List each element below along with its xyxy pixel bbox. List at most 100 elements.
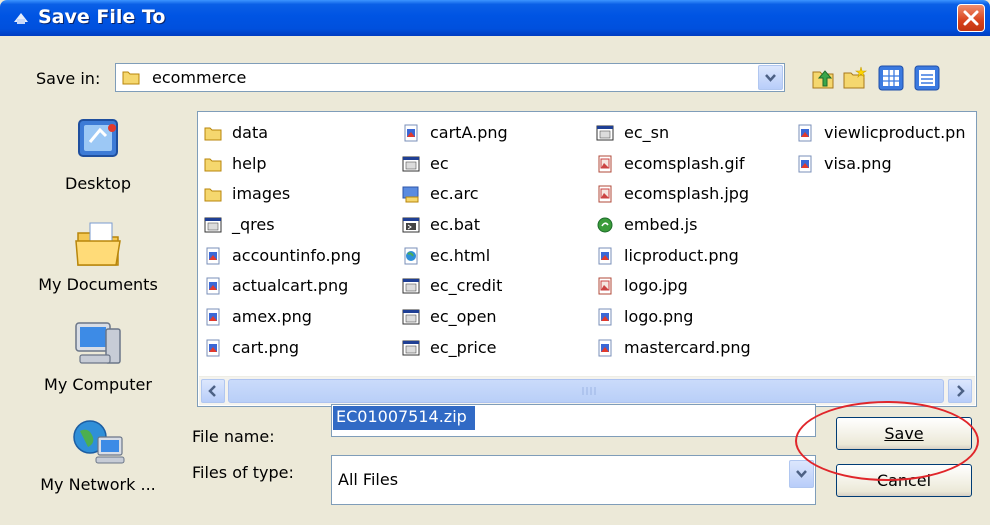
create-new-folder-icon [843,66,867,89]
close-button[interactable] [957,4,985,32]
file-name-value: EC01007514.zip [333,406,475,430]
list-view-menu-icon [914,65,940,91]
file-name: accountinfo.png [232,245,362,265]
file-name: ec_price [430,337,497,357]
file-name: licproduct.png [624,245,739,265]
file-name: cartA.png [430,123,508,142]
places-my-network[interactable]: My Network ... [0,415,196,494]
horizontal-scrollbar[interactable] [199,376,975,405]
places-my-documents-label: My Documents [38,275,158,294]
folder-icon [204,185,222,203]
file-name: help [232,153,267,173]
new-folder-button[interactable] [842,65,868,91]
save-dialog-icon [14,13,28,24]
desktop-icon [78,119,118,157]
html-file-icon [402,247,420,265]
thumbnails-view-icon [878,65,904,91]
scrollbar-thumb[interactable] [228,379,944,403]
my-documents-icon [75,222,121,266]
highlight-annotation-ring [795,401,979,481]
executable-icon [402,277,420,295]
my-network-icon [73,420,125,464]
view-thumbnails-button[interactable] [878,65,904,91]
executable-icon [596,124,614,142]
folder-icon [122,71,140,85]
places-desktop[interactable]: Desktop [0,114,196,193]
script-file-icon [596,216,614,234]
places-my-network-label: My Network ... [40,475,156,494]
up-one-level-button[interactable] [810,65,836,91]
file-name: mastercard.png [624,337,751,357]
folder-icon [204,124,222,142]
places-my-documents[interactable]: My Documents [0,215,196,294]
scroll-right-button[interactable] [948,379,972,403]
file-name: logo.jpg [624,276,688,296]
png-file-icon [596,339,614,357]
file-name: ec.bat [430,215,480,235]
png-file-icon [796,155,814,173]
file-name: ecomsplash.jpg [624,184,750,204]
places-my-computer-label: My Computer [44,375,152,394]
file-name: ec.arc [430,184,479,204]
file-name: images [232,184,291,204]
png-file-icon [596,308,614,326]
chevron-right-icon [957,385,965,397]
file-name: ec [430,153,449,173]
file-name-label: File name: [192,427,275,446]
png-file-icon [204,277,222,295]
file-name: logo.png [624,307,694,327]
file-list[interactable]: data help images _qres accountinfo.png actual… [197,111,977,407]
save-in-combobox[interactable]: ecommerce [115,63,785,92]
window-title: Save File To [38,6,166,28]
executable-icon [402,339,420,357]
file-name: _qres [232,215,275,235]
batch-file-icon [402,216,420,234]
file-type-dropdown-button[interactable] [789,460,814,488]
png-file-icon [796,124,814,142]
arc-file-icon [402,185,420,203]
save-in-dropdown-button[interactable] [758,65,783,90]
file-name: visa.png [824,153,892,173]
view-menu-button[interactable] [914,65,940,91]
save-in-value: ecommerce [152,68,247,87]
file-name: ecomsplash.gif [624,153,745,173]
file-type-combobox[interactable]: All Files [331,455,816,505]
image-file-icon [596,185,614,203]
folder-icon [204,155,222,173]
file-type-value: All Files [338,470,399,489]
file-name: ec.html [430,245,491,265]
png-file-icon [402,124,420,142]
chevron-left-icon [208,385,216,397]
file-name: actualcart.png [232,276,349,296]
executable-icon [402,308,420,326]
places-my-computer[interactable]: My Computer [0,315,196,394]
executable-icon [204,216,222,234]
title-bar[interactable]: Save File To [0,0,990,36]
save-file-dialog: Save File To Save in: ecommerce Desktop … [0,0,990,525]
chevron-down-icon [796,470,807,478]
file-name: ec_open [430,307,497,327]
png-file-icon [596,247,614,265]
executable-icon [402,155,420,173]
file-name: data [232,123,269,142]
file-name: amex.png [232,307,312,327]
file-name: ec_credit [430,276,503,296]
close-icon [963,10,979,26]
file-type-label: Files of type: [192,463,294,482]
image-file-icon [596,277,614,295]
file-name: cart.png [232,337,299,357]
my-computer-icon [75,322,121,364]
file-name: ec_sn [624,123,670,142]
png-file-icon [204,247,222,265]
file-name: viewlicproduct.pn [824,123,966,142]
scroll-left-button[interactable] [201,379,225,403]
png-file-icon [204,308,222,326]
places-desktop-label: Desktop [65,174,131,193]
file-name: embed.js [624,215,698,235]
png-file-icon [204,339,222,357]
grip-icon [582,387,596,395]
places-bar: Desktop My Documents My Computer My Netw… [0,100,196,525]
save-in-label: Save in: [36,69,101,88]
chevron-down-icon [765,74,776,82]
image-file-icon [596,155,614,173]
